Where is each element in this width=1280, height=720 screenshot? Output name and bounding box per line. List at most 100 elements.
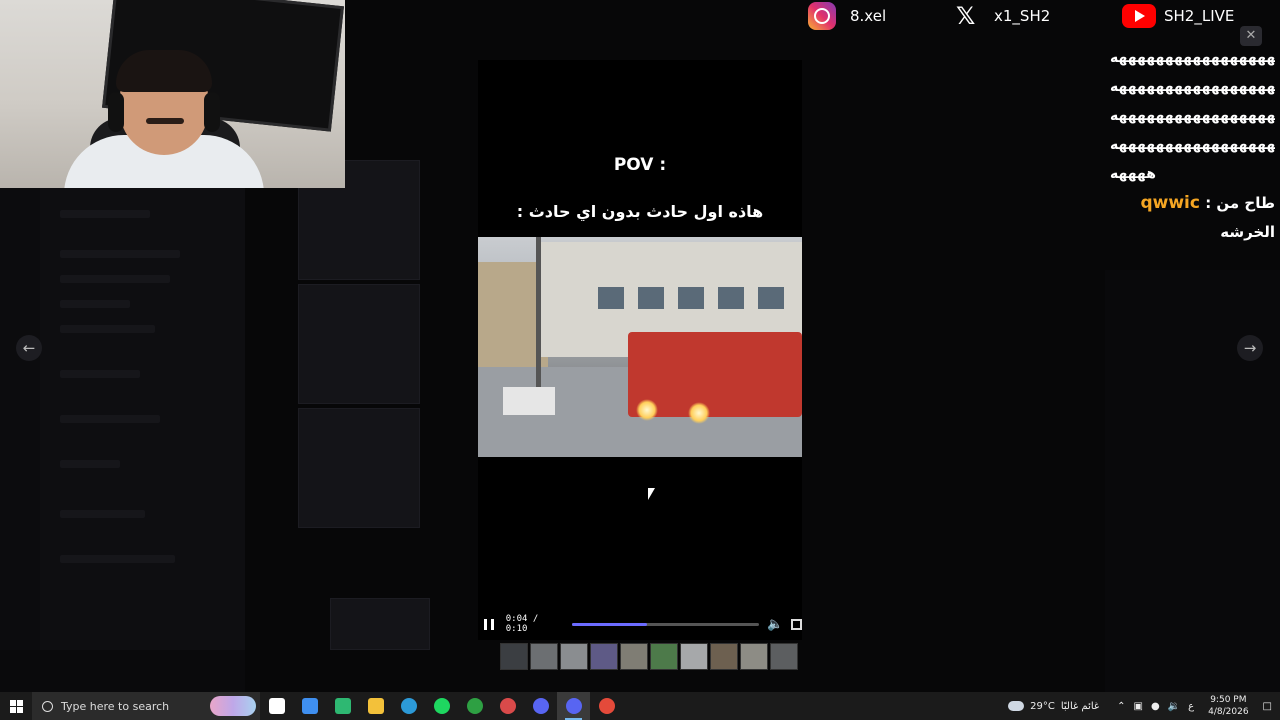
video-frame [478, 237, 802, 457]
thumbnail[interactable] [770, 643, 798, 670]
server-rail [0, 188, 40, 692]
play-store-icon [334, 698, 351, 714]
headlight-shape [636, 399, 658, 421]
weather-temp: 29°C [1030, 700, 1055, 712]
mouse-cursor-icon [648, 488, 655, 500]
media-tile [330, 598, 430, 650]
arrow-left-icon[interactable]: ← [16, 335, 42, 361]
window-shape [718, 287, 744, 309]
clock[interactable]: 9:50 PM 4/8/2026 [1208, 694, 1248, 718]
media-tile [298, 408, 420, 528]
chevron-up-icon[interactable]: ⌃ [1117, 701, 1125, 712]
taskbar-app-spotify[interactable] [425, 692, 458, 720]
thumbnail[interactable] [740, 643, 768, 670]
user-panel [0, 650, 245, 692]
search-icon [42, 700, 53, 712]
chat-message: طاح من : qwwic [1110, 189, 1275, 218]
taskbar-app-file-explorer[interactable] [359, 692, 392, 720]
speaker-icon[interactable]: 🔉 [1168, 701, 1180, 712]
thumbnail[interactable] [650, 643, 678, 670]
arrow-right-icon[interactable]: → [1237, 335, 1263, 361]
thumbnail[interactable] [560, 643, 588, 670]
search-placeholder: Type here to search [61, 699, 170, 713]
window-shape [678, 287, 704, 309]
windows-icon [9, 699, 23, 713]
weather-widget[interactable]: 29°C غائم غالبًا [1008, 701, 1099, 712]
start-button[interactable] [0, 692, 32, 720]
taskbar-app-discord-active[interactable] [557, 692, 590, 720]
youtube-handle: SH2_LIVE [1122, 0, 1234, 32]
member-list [1105, 270, 1280, 692]
search-highlight-icon [210, 696, 256, 716]
weather-text: غائم غالبًا [1060, 700, 1100, 712]
channel-row [60, 210, 150, 218]
headphone-shape [204, 92, 220, 132]
seek-bar-fill [571, 622, 647, 626]
clock-date: 4/8/2026 [1208, 707, 1249, 717]
taskbar-app-edge[interactable] [392, 692, 425, 720]
video-title: POV : [613, 155, 667, 175]
channel-row [60, 555, 175, 563]
youtube-icon [1122, 4, 1156, 28]
capture-icon [499, 698, 516, 714]
thumbnail[interactable] [710, 643, 738, 670]
seek-bar[interactable] [571, 622, 759, 626]
edge-icon [400, 698, 417, 714]
thumbnail[interactable] [500, 643, 528, 670]
headphone-shape [108, 92, 124, 132]
pause-icon[interactable] [484, 618, 494, 630]
thumbnail[interactable] [590, 643, 618, 670]
copilot-icon [301, 698, 318, 714]
window-shape [758, 287, 784, 309]
chrome-icon [598, 698, 615, 714]
channel-row [60, 510, 145, 518]
channel-row [60, 300, 130, 308]
taskbar-search[interactable]: Type here to search [32, 692, 260, 720]
channel-row [60, 275, 170, 283]
box-shape [503, 387, 555, 415]
video-controls: 0:04 / 0:10 🔈 [478, 613, 802, 635]
instagram-handle: 8.xel [808, 0, 886, 32]
chat-line: ههههههههههههههههههههه [1110, 79, 1275, 95]
taskbar-app-xbox[interactable] [458, 692, 491, 720]
cloud-icon [1008, 701, 1025, 711]
chat-message-prefix: طاح من : [1205, 194, 1275, 212]
thumbnail[interactable] [620, 643, 648, 670]
video-time: 0:04 / 0:10 [505, 614, 539, 634]
chat-line: ههههههههههههههههههههه [1110, 108, 1275, 124]
volume-icon[interactable]: 🔈 [767, 617, 783, 632]
instagram-label: 8.xel [850, 7, 887, 25]
language-indicator[interactable]: ع [1188, 701, 1194, 712]
channel-row [60, 325, 155, 333]
spotify-icon [433, 698, 450, 714]
mic-icon[interactable]: ● [1151, 701, 1160, 712]
taskbar: Type here to search 29°C غائم غالبًا ⌃ ▣… [0, 692, 1280, 720]
taskbar-app-task-view[interactable] [260, 692, 293, 720]
taskbar-app-discord[interactable] [524, 692, 557, 720]
channel-row [60, 415, 160, 423]
chat-overlay: هههههههههههههههههه ههه ههههههههههههههه ههه… [1110, 44, 1275, 247]
thumbnail-strip [500, 643, 798, 670]
discord-active-icon [565, 698, 582, 714]
thumbnail[interactable] [530, 643, 558, 670]
network-icon[interactable]: ▣ [1134, 701, 1143, 712]
clock-time: 9:50 PM [1210, 695, 1247, 705]
xbox-icon [466, 698, 483, 714]
chat-line: ههههههههههههههههههههه [1110, 137, 1275, 153]
thumbnail[interactable] [680, 643, 708, 670]
taskbar-app-play-store[interactable] [326, 692, 359, 720]
channel-row [60, 370, 140, 378]
taskbar-app-capture[interactable] [491, 692, 524, 720]
taskbar-app-chrome[interactable] [590, 692, 623, 720]
close-icon[interactable]: ✕ [1240, 26, 1262, 46]
video-player[interactable]: POV : هاذه اول حادث بدون اي حادث : [478, 60, 802, 640]
fullscreen-icon[interactable] [791, 618, 802, 630]
taskbar-app-copilot[interactable] [293, 692, 326, 720]
youtube-label: SH2_LIVE [1164, 7, 1235, 25]
window-shape [598, 287, 624, 309]
chat-line: ههههه [1110, 166, 1157, 182]
webcam-overlay [0, 0, 345, 188]
channel-row [60, 250, 180, 258]
notification-icon[interactable]: □ [1263, 701, 1272, 712]
system-tray: 29°C غائم غالبًا ⌃ ▣ ● 🔉 ع 9:50 PM 4/8/2… [1008, 692, 1280, 720]
